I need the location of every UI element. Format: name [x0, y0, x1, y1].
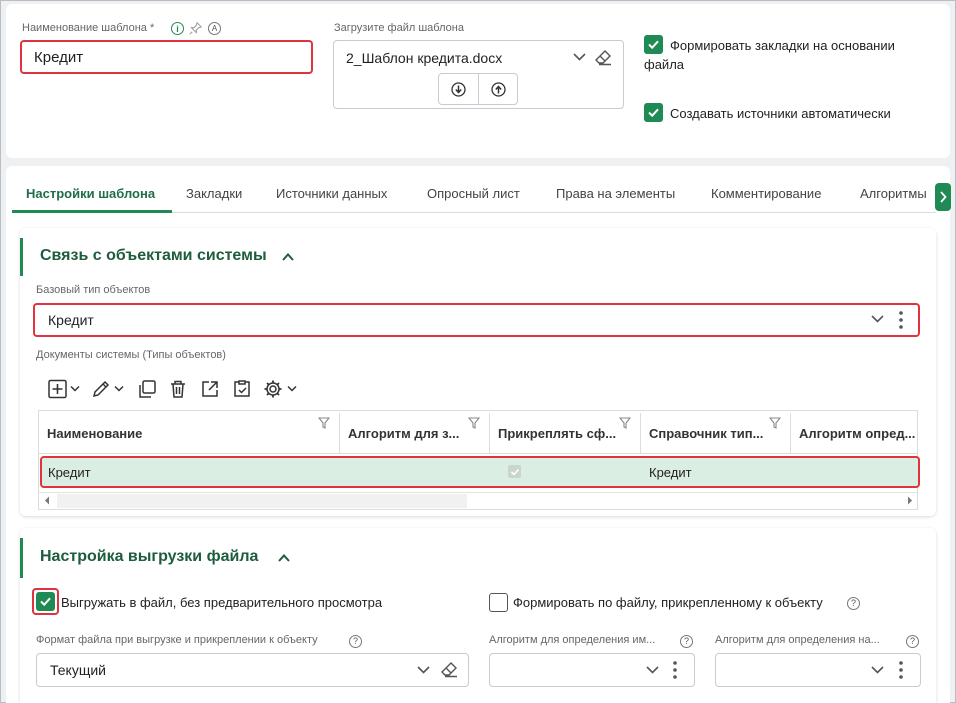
tab-bookmarks[interactable]: Закладки [186, 186, 242, 201]
cell-attach-checkbox[interactable] [508, 465, 521, 478]
header-divider [39, 453, 917, 454]
base-type-select[interactable] [33, 303, 920, 337]
format-label: Формат файла при выгрузке и прикреплении… [36, 634, 318, 646]
tab-algorithms[interactable]: Алгоритмы [860, 186, 934, 201]
base-type-value: Кредит [48, 312, 94, 328]
tab-template-settings[interactable]: Настройки шаблона [26, 186, 155, 201]
cell-reference: Кредит [649, 465, 692, 480]
sources-checkbox[interactable] [644, 103, 663, 122]
chevron-down-icon[interactable] [572, 50, 586, 64]
section-accent-bar [20, 538, 23, 578]
section-title-object-links: Связь с объектами системы [40, 247, 267, 264]
form-by-file-checkbox[interactable] [489, 593, 508, 612]
form-by-file-label: Формировать по файлу, прикрепленному к о… [513, 595, 823, 610]
scroll-left-icon[interactable] [40, 493, 54, 507]
help-icon[interactable]: ? [679, 634, 694, 649]
bookmarks-checkbox-label-line1: Формировать закладки на основании [670, 38, 895, 53]
upload-label: Загрузите файл шаблона [334, 22, 464, 34]
chevron-down-icon[interactable] [870, 664, 884, 676]
filter-icon[interactable] [618, 416, 632, 432]
base-type-label: Базовый тип объектов [36, 284, 151, 296]
copy-icon[interactable] [136, 378, 158, 400]
add-icon[interactable] [46, 378, 84, 400]
export-checkbox-label: Выгружать в файл, без предварительного п… [61, 595, 383, 610]
section-title-file-export: Настройка выгрузки файла [40, 548, 259, 565]
algo-name2-label: Алгоритм для определения на... [715, 634, 880, 646]
section-accent-bar [20, 238, 23, 276]
format-value: Текущий [50, 662, 106, 678]
bookmarks-checkbox-label-line2: файла [644, 57, 685, 72]
open-external-icon[interactable] [199, 378, 221, 400]
upload-icon[interactable] [490, 81, 506, 97]
clipboard-check-icon[interactable] [231, 378, 253, 400]
docs-label: Документы системы (Типы объектов) [36, 349, 226, 361]
column-header-reference-label: Справочник тип... [649, 425, 764, 441]
download-icon[interactable] [450, 81, 466, 97]
tab-data-sources[interactable]: Источники данных [276, 186, 387, 201]
algo-name-select[interactable] [489, 653, 695, 687]
template-name-label: Наименование шаблона * [22, 22, 155, 34]
algo-name-label: Алгоритм для определения им... [489, 634, 656, 646]
filter-icon[interactable] [768, 416, 782, 432]
bookmarks-checkbox[interactable] [644, 35, 663, 54]
column-header-attach-label: Прикреплять сф... [498, 425, 617, 441]
chevron-up-icon[interactable] [281, 250, 295, 264]
column-header-name[interactable]: Наименование [39, 413, 340, 453]
scrollbar-thumb[interactable] [57, 494, 467, 508]
column-header-name-label: Наименование [47, 425, 143, 441]
tab-element-rights[interactable]: Права на элементы [556, 186, 675, 201]
tabs-scroll-right-button[interactable] [935, 183, 951, 211]
eraser-icon[interactable] [440, 660, 458, 678]
chevron-down-icon[interactable] [645, 664, 659, 676]
info-icon[interactable]: i [171, 22, 184, 35]
table-row[interactable] [40, 456, 920, 488]
group-divider [478, 74, 479, 104]
tab-commenting[interactable]: Комментирование [711, 186, 821, 201]
file-name: 2_Шаблон кредита.docx [346, 50, 503, 66]
chevron-down-icon[interactable] [416, 664, 430, 676]
more-vertical-icon[interactable] [895, 309, 907, 331]
algo-name2-select[interactable] [715, 653, 921, 687]
cell-name: Кредит [48, 465, 91, 480]
help-icon[interactable]: ? [905, 634, 920, 649]
chevron-up-icon[interactable] [277, 551, 291, 565]
eraser-icon[interactable] [594, 48, 612, 66]
filter-icon[interactable] [467, 416, 481, 432]
more-vertical-icon[interactable] [669, 659, 681, 681]
edit-icon[interactable] [90, 378, 128, 400]
column-header-algorithm2-label: Алгоритм опред... [799, 425, 916, 441]
settings-icon[interactable] [262, 378, 300, 400]
column-header-algorithm2[interactable]: Алгоритм опред... [791, 413, 917, 453]
column-header-algorithm-label: Алгоритм для з... [348, 425, 460, 441]
template-name-value: Кредит [34, 49, 84, 66]
scroll-right-icon[interactable] [903, 493, 917, 507]
more-vertical-icon[interactable] [895, 659, 907, 681]
active-tab-indicator [12, 210, 172, 213]
help-icon[interactable]: ? [348, 634, 363, 649]
delete-icon[interactable] [167, 378, 189, 400]
help-icon[interactable]: ? [846, 596, 861, 611]
filter-icon[interactable] [317, 416, 331, 432]
a-circle-icon[interactable]: A [208, 22, 221, 35]
sources-checkbox-label: Создавать источники автоматически [670, 106, 891, 121]
export-checkbox[interactable] [36, 592, 55, 611]
chevron-down-icon[interactable] [870, 313, 884, 325]
tab-questionnaire[interactable]: Опросный лист [427, 186, 520, 201]
pin-icon[interactable] [188, 21, 202, 35]
